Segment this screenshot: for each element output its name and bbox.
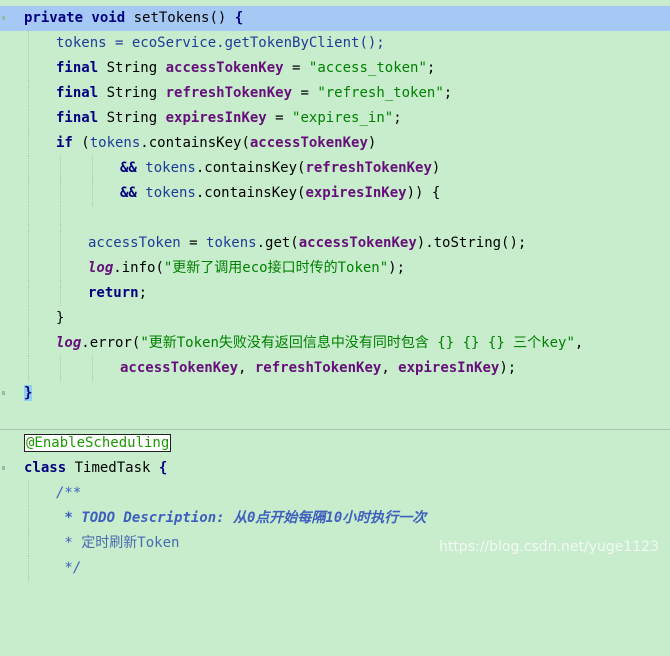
code-line[interactable]: */ xyxy=(0,556,670,581)
method-separator xyxy=(0,429,670,430)
code-line[interactable]: class TimedTask { xyxy=(0,456,670,481)
code-line-content: class TimedTask { xyxy=(24,460,168,476)
code-line-content: if (tokens.containsKey(accessTokenKey) xyxy=(56,135,377,151)
watermark: https://blog.csdn.net/yuge1123 xyxy=(438,539,659,555)
code-line-content: && tokens.containsKey(expiresInKey)) { xyxy=(120,185,441,201)
code-line-content: accessTokenKey, refreshTokenKey, expires… xyxy=(120,360,517,376)
code-line-content: final String refreshTokenKey = "refresh_… xyxy=(56,85,453,101)
code-line[interactable]: * TODO Description: 从0点开始每隔10小时执行一次 xyxy=(0,506,670,531)
code-line-content: return; xyxy=(88,285,148,301)
code-line-content: && tokens.containsKey(refreshTokenKey) xyxy=(120,160,441,176)
code-line[interactable] xyxy=(0,206,670,231)
code-line-content: /** xyxy=(56,485,82,501)
code-line[interactable]: final String expiresInKey = "expires_in"… xyxy=(0,106,670,131)
code-line-content: @EnableScheduling xyxy=(24,431,172,456)
code-line[interactable]: return; xyxy=(0,281,670,306)
code-line-content: final String expiresInKey = "expires_in"… xyxy=(56,110,402,126)
code-line[interactable]: && tokens.containsKey(refreshTokenKey) xyxy=(0,156,670,181)
fold-marker-icon[interactable] xyxy=(2,466,5,470)
matched-brace: } xyxy=(24,385,33,401)
code-line[interactable]: @EnableScheduling xyxy=(0,431,670,456)
annotation-highlight: @EnableScheduling xyxy=(24,434,172,452)
code-line-content: log.error("更新Token失败没有返回信息中没有同时包含 {} {} … xyxy=(56,335,584,351)
fold-marker-icon[interactable] xyxy=(2,391,5,395)
code-line[interactable]: tokens = ecoService.getTokenByClient(); xyxy=(0,31,670,56)
code-line-content: private void setTokens() { xyxy=(24,10,244,26)
code-editor[interactable]: private void setTokens() { tokens = ecoS… xyxy=(0,0,670,581)
code-line-content: } xyxy=(56,310,65,326)
code-line-content: * TODO Description: 从0点开始每隔10小时执行一次 xyxy=(56,510,427,526)
code-line-content: */ xyxy=(56,560,82,576)
code-line[interactable]: accessToken = tokens.get(accessTokenKey)… xyxy=(0,231,670,256)
code-line[interactable]: if (tokens.containsKey(accessTokenKey) xyxy=(0,131,670,156)
code-line[interactable]: log.info("更新了调用eco接口时传的Token"); xyxy=(0,256,670,281)
code-line[interactable]: private void setTokens() { xyxy=(0,6,670,31)
code-line-content: accessToken = tokens.get(accessTokenKey)… xyxy=(88,235,527,251)
code-line-content: } xyxy=(24,381,33,406)
code-line[interactable]: accessTokenKey, refreshTokenKey, expires… xyxy=(0,356,670,381)
code-line-content: final String accessTokenKey = "access_to… xyxy=(56,60,436,76)
code-line[interactable]: && tokens.containsKey(expiresInKey)) { xyxy=(0,181,670,206)
code-line[interactable]: } xyxy=(0,381,670,406)
code-line[interactable]: } xyxy=(0,306,670,331)
code-line-content: * 定时刷新Token xyxy=(56,535,180,551)
code-line[interactable]: /** xyxy=(0,481,670,506)
fold-marker-icon[interactable] xyxy=(2,16,5,20)
code-line-content: log.info("更新了调用eco接口时传的Token"); xyxy=(88,260,406,276)
code-line-content: tokens = ecoService.getTokenByClient(); xyxy=(56,35,385,51)
code-line[interactable]: final String refreshTokenKey = "refresh_… xyxy=(0,81,670,106)
code-line[interactable]: log.error("更新Token失败没有返回信息中没有同时包含 {} {} … xyxy=(0,331,670,356)
code-line[interactable]: final String accessTokenKey = "access_to… xyxy=(0,56,670,81)
